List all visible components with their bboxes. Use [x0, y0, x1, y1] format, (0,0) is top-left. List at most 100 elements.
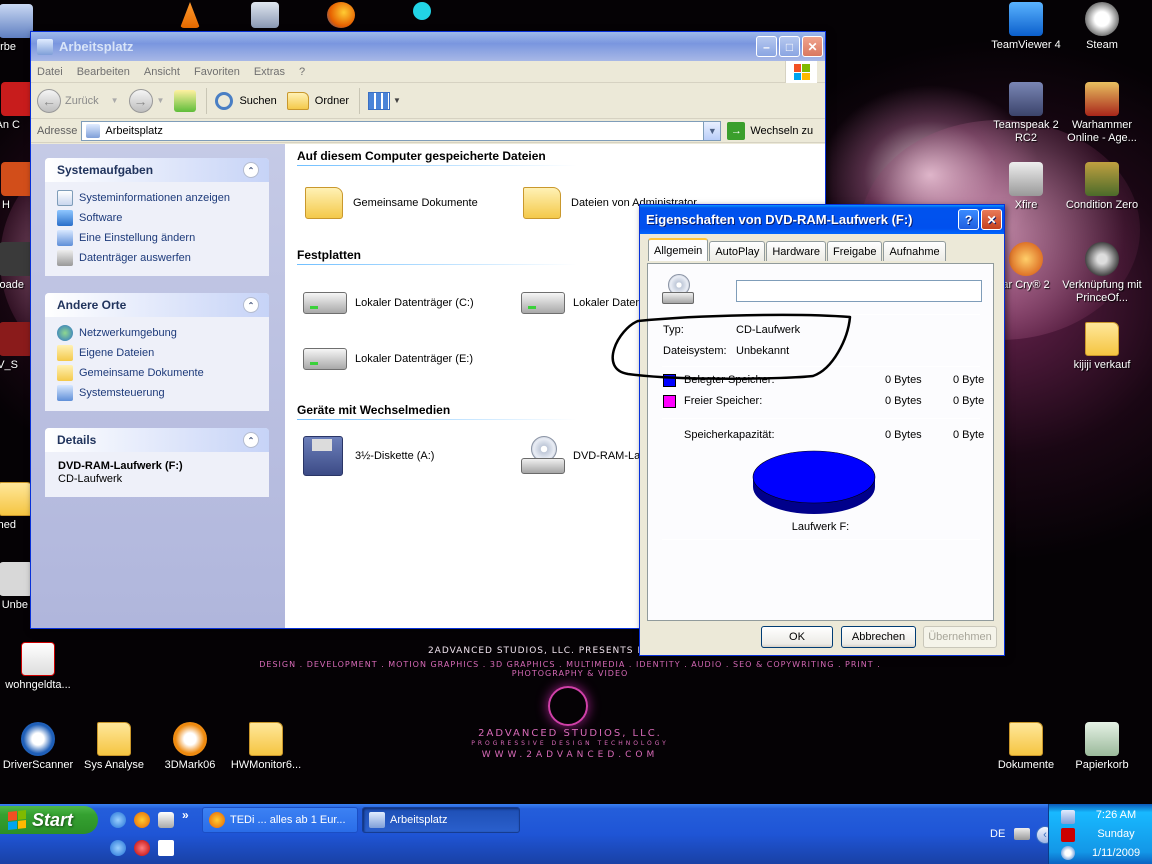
- desktop-icon-teamviewer[interactable]: TeamViewer 4: [986, 2, 1066, 52]
- computer-icon: [37, 38, 53, 55]
- wallpaper-logo-name: 2ADVANCED STUDIOS, LLC.: [478, 728, 662, 739]
- task-button-arbeitsplatz[interactable]: Arbeitsplatz: [362, 807, 520, 833]
- menu-datei[interactable]: Datei: [37, 66, 63, 78]
- clock-day: Sunday: [1097, 828, 1135, 840]
- desktop-icon-wohngeld[interactable]: wohngeldta...: [0, 642, 78, 692]
- media-quicklaunch-icon[interactable]: [134, 840, 150, 856]
- start-button[interactable]: Start: [0, 806, 98, 834]
- ie-quicklaunch-icon[interactable]: [110, 812, 126, 828]
- menu-extras[interactable]: Extras: [254, 66, 285, 78]
- tray-security-icon[interactable]: [1061, 828, 1075, 842]
- network-desktop-icon[interactable]: [410, 2, 434, 23]
- item-floppy-a[interactable]: 3½-Diskette (A:): [303, 436, 434, 476]
- back-button[interactable]: ← Zurück ▼: [37, 88, 119, 113]
- chevron-down-icon: ▼: [156, 96, 165, 105]
- folders-button[interactable]: Ordner: [286, 91, 349, 110]
- messenger-quicklaunch-icon[interactable]: [110, 840, 126, 856]
- dialog-titlebar[interactable]: Eigenschaften von DVD-RAM-Laufwerk (F:) …: [640, 205, 1004, 234]
- forward-button[interactable]: → ▼: [128, 88, 165, 113]
- drive-name-input[interactable]: [736, 280, 982, 302]
- desktop-icon-driverscanner[interactable]: DriverScanner: [0, 722, 78, 772]
- taskbar: Start » TEDi ... alles ab 1 Eur... Arbei…: [0, 804, 1152, 864]
- vlc-desktop-icon[interactable]: [180, 2, 200, 31]
- search-button[interactable]: Suchen: [215, 91, 277, 110]
- collapse-chevron-icon[interactable]: ⌃: [243, 432, 259, 448]
- maximize-button[interactable]: □: [779, 36, 800, 57]
- task-system-info[interactable]: Systeminformationen anzeigen: [57, 188, 257, 208]
- place-my-files[interactable]: Eigene Dateien: [57, 343, 257, 363]
- ok-button[interactable]: OK: [761, 626, 833, 648]
- explorer-titlebar[interactable]: Arbeitsplatz – □ ✕: [31, 32, 825, 61]
- firefox-icon: [209, 812, 225, 828]
- desktop-icon-prince[interactable]: Verknüpfung mit PrinceOf...: [1062, 242, 1142, 305]
- desktop-icon-steam[interactable]: Steam: [1062, 2, 1142, 52]
- firefox-quicklaunch-icon[interactable]: [134, 812, 150, 828]
- task-change-setting[interactable]: Eine Einstellung ändern: [57, 228, 257, 248]
- dialog-tabs: Allgemein AutoPlay Hardware Freigabe Auf…: [648, 238, 947, 261]
- place-shared-docs[interactable]: Gemeinsame Dokumente: [57, 363, 257, 383]
- desktop-icon-warhammer[interactable]: Warhammer Online - Age...: [1062, 82, 1142, 145]
- desktop-icon-3dmark[interactable]: 3DMark06: [150, 722, 230, 772]
- minimize-button[interactable]: –: [756, 36, 777, 57]
- address-bar: Adresse Arbeitsplatz ▼ → Wechseln zu: [31, 119, 825, 143]
- tab-freigabe[interactable]: Freigabe: [827, 241, 883, 261]
- desktop-icon-dokumente[interactable]: Dokumente: [986, 722, 1066, 772]
- desktop-icon-sys-analyse[interactable]: Sys Analyse: [74, 722, 154, 772]
- general-tab-panel: Typ: CD-Laufwerk Dateisystem: Unbekannt …: [611, 263, 994, 621]
- desktop-icon-papierkorb[interactable]: Papierkorb: [1062, 722, 1142, 772]
- close-button[interactable]: ✕: [802, 36, 823, 57]
- app-desktop-icon[interactable]: [250, 2, 280, 31]
- cancel-button[interactable]: Abbrechen: [841, 626, 916, 648]
- pdf-icon: [21, 642, 55, 676]
- go-button[interactable]: → Wechseln zu: [727, 121, 813, 140]
- collapse-chevron-icon[interactable]: ⌃: [243, 297, 259, 313]
- tab-allgemein[interactable]: Allgemein: [648, 238, 709, 261]
- menu-help[interactable]: ?: [299, 66, 305, 78]
- item-drive-c[interactable]: Lokaler Datenträger (C:): [303, 292, 474, 314]
- place-network[interactable]: Netzwerkumgebung: [57, 323, 257, 343]
- details-header[interactable]: Details ⌃: [45, 428, 269, 452]
- tab-aufnahme[interactable]: Aufnahme: [883, 241, 946, 261]
- task-eject[interactable]: Datenträger auswerfen: [57, 248, 257, 268]
- clock-time[interactable]: 7:26 AM: [1083, 809, 1149, 821]
- desktop-icon-kijiji[interactable]: kijiji verkauf: [1062, 322, 1142, 372]
- address-input[interactable]: Arbeitsplatz ▼: [81, 120, 722, 141]
- teamviewer-icon: [1009, 2, 1043, 36]
- folder-icon: [305, 187, 343, 219]
- recycle-bin-icon: [1085, 722, 1119, 756]
- tab-hardware[interactable]: Hardware: [766, 241, 827, 261]
- desktop-icon-teamspeak[interactable]: Teamspeak 2 RC2: [986, 82, 1066, 145]
- folder-up-icon: [174, 89, 197, 112]
- dialog-close-button[interactable]: ✕: [981, 209, 1002, 230]
- apply-button[interactable]: Übernehmen: [923, 626, 997, 648]
- menu-favoriten[interactable]: Favoriten: [194, 66, 240, 78]
- quicklaunch-more-icon[interactable]: »: [182, 808, 189, 822]
- menu-bearbeiten[interactable]: Bearbeiten: [77, 66, 130, 78]
- other-places-header[interactable]: Andere Orte ⌃: [45, 293, 269, 317]
- disk-usage-pie: [752, 450, 876, 514]
- place-control-panel[interactable]: Systemsteuerung: [57, 383, 257, 403]
- tray-app-icon[interactable]: [1061, 810, 1075, 824]
- up-button[interactable]: [174, 89, 197, 112]
- item-drive-e[interactable]: Lokaler Datenträger (E:): [303, 348, 473, 370]
- item-shared-documents[interactable]: Gemeinsame Dokumente: [305, 187, 478, 219]
- desktop-quicklaunch-icon[interactable]: [158, 812, 174, 828]
- task-button-tedi[interactable]: TEDi ... alles ab 1 Eur...: [202, 807, 358, 833]
- help-button[interactable]: ?: [958, 209, 979, 230]
- show-desktop-icon[interactable]: [158, 840, 174, 856]
- network-tray-icon[interactable]: [1014, 828, 1030, 840]
- menu-ansicht[interactable]: Ansicht: [144, 66, 180, 78]
- firefox-desktop-icon[interactable]: [326, 2, 356, 31]
- tab-autoplay[interactable]: AutoPlay: [709, 241, 766, 261]
- tray-steam-icon[interactable]: [1061, 846, 1075, 860]
- system-tray: 7:26 AM Sunday 1/11/2009: [1048, 804, 1152, 864]
- address-dropdown-button[interactable]: ▼: [703, 121, 721, 140]
- language-indicator[interactable]: DE: [990, 828, 1005, 840]
- collapse-chevron-icon[interactable]: ⌃: [243, 162, 259, 178]
- system-tasks-header[interactable]: Systemaufgaben ⌃: [45, 158, 269, 182]
- 3dmark-icon: [173, 722, 207, 756]
- desktop-icon-condition-zero[interactable]: Condition Zero: [1062, 162, 1142, 212]
- drive-label: Laufwerk F:: [791, 521, 850, 533]
- task-software[interactable]: Software: [57, 208, 257, 228]
- views-button[interactable]: ▼: [368, 91, 401, 110]
